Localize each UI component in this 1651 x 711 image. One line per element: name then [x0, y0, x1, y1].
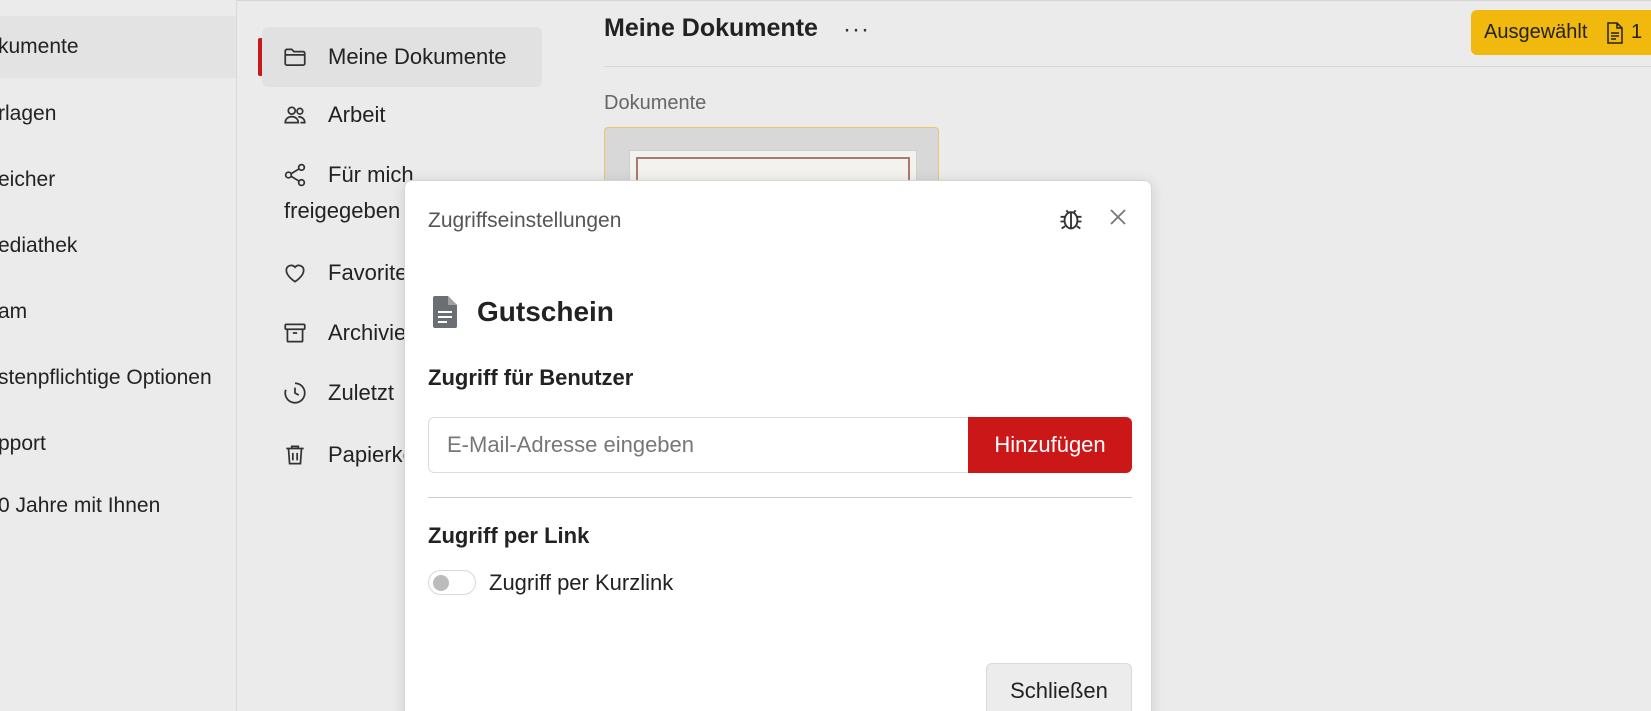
add-button[interactable]: Hinzufügen [968, 417, 1132, 473]
archive-icon [284, 323, 306, 343]
document-card[interactable] [604, 127, 939, 187]
nav-label: Zuletzt [328, 380, 395, 405]
clock-icon [284, 382, 306, 404]
left-item-templates[interactable]: rlagen [0, 83, 236, 145]
folder-icon [284, 48, 306, 66]
header-divider [604, 66, 1651, 67]
close-icon[interactable] [1107, 206, 1129, 228]
shortlink-toggle[interactable] [428, 570, 476, 595]
left-item-support[interactable]: pport [0, 413, 236, 475]
more-options-icon[interactable]: ··· [843, 16, 870, 44]
email-input[interactable] [428, 417, 968, 473]
nav-label-line2: freigegeben [284, 198, 401, 223]
nav-item-my-documents[interactable]: Meine Dokumente [262, 27, 542, 87]
trash-icon [286, 445, 304, 465]
nav-item-work[interactable]: Arbeit [262, 90, 542, 140]
selected-count: 1 [1631, 21, 1643, 43]
link-access-heading: Zugriff per Link [428, 523, 590, 548]
document-name: Gutschein [477, 296, 614, 327]
nav-label: Meine Dokumente [328, 44, 507, 69]
page-title: Meine Dokumente [604, 14, 818, 42]
bug-icon[interactable] [1057, 204, 1085, 232]
share-icon [284, 163, 306, 187]
left-item-paid-options[interactable]: stenpflichtige Optionen [0, 347, 236, 409]
nav-label: Arbeit [328, 102, 386, 127]
shortlink-label: Zugriff per Kurzlink [489, 570, 674, 595]
dialog-divider [428, 497, 1132, 498]
left-item-storage[interactable]: eicher [0, 149, 236, 211]
left-item-anniversary[interactable]: 0 Jahre mit Ihnen [0, 475, 236, 537]
selected-button[interactable]: Ausgewählt 1 [1471, 10, 1651, 55]
user-access-heading: Zugriff für Benutzer [428, 365, 634, 390]
heart-icon [285, 264, 305, 283]
left-sidebar: kumente rlagen eicher ediathek am stenpf… [0, 0, 237, 711]
section-label: Dokumente [604, 92, 707, 114]
left-item-team[interactable]: am [0, 281, 236, 343]
access-settings-dialog: Zugriffseinstellungen Gutschein Zugriff … [404, 180, 1152, 711]
users-icon [284, 106, 306, 124]
nav-label: Für mich [328, 162, 414, 187]
selected-label: Ausgewählt [1484, 21, 1588, 43]
document-icon [1607, 22, 1623, 44]
toggle-knob [433, 575, 449, 591]
dialog-title: Zugriffseinstellungen [428, 209, 622, 232]
left-item-documents[interactable]: kumente [0, 16, 236, 78]
left-item-media-library[interactable]: ediathek [0, 215, 236, 277]
close-button[interactable]: Schließen [986, 663, 1132, 711]
file-icon [433, 296, 457, 328]
